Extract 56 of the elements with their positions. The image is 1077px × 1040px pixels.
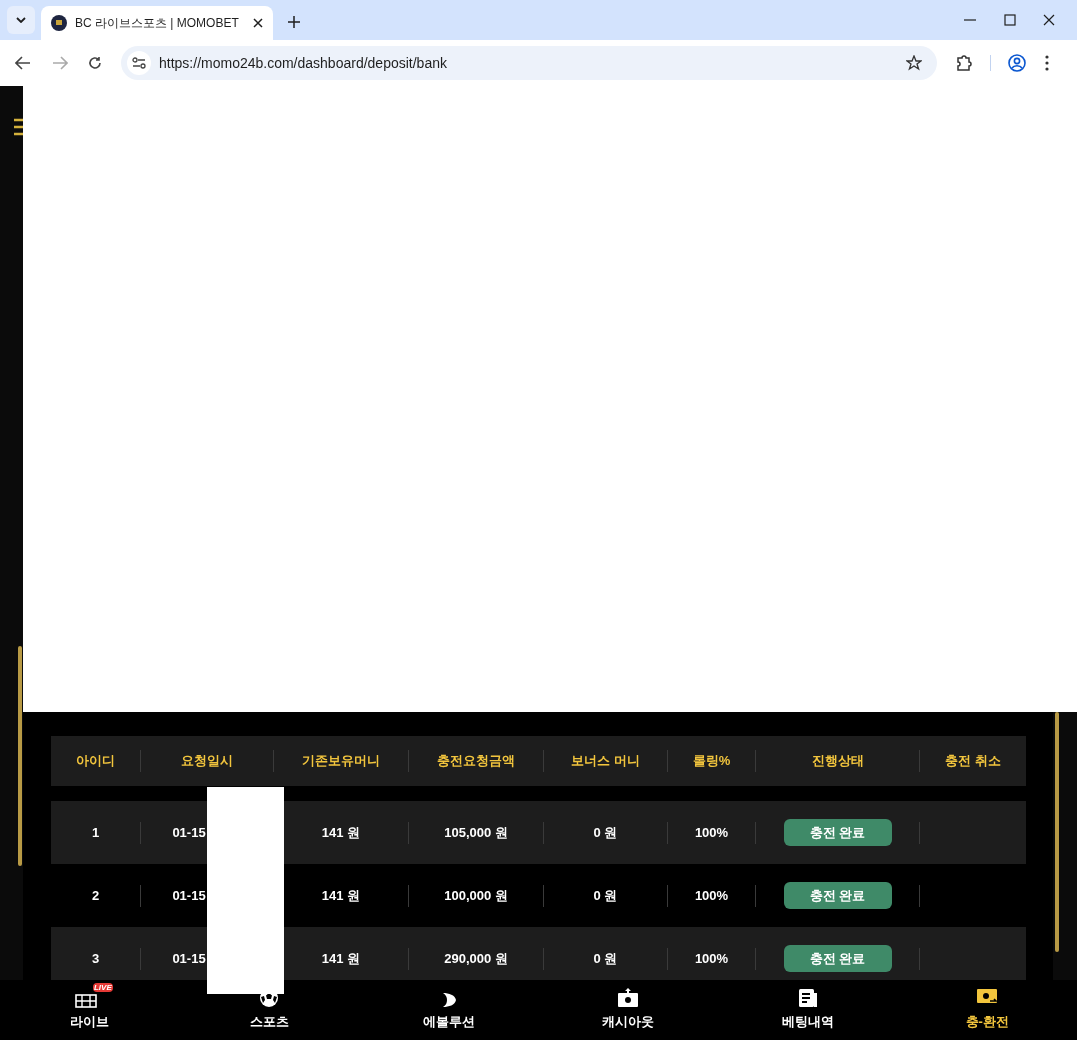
table-cell-text: 3 [91, 949, 100, 968]
tab-list-button[interactable] [7, 6, 35, 34]
table-cell-text: 2 [91, 886, 100, 905]
chevron-down-icon [16, 17, 26, 23]
table-cell-text: 100% [694, 823, 729, 842]
back-icon[interactable] [15, 56, 31, 70]
column-header: 기존보유머니 [302, 752, 380, 771]
close-icon[interactable] [253, 18, 263, 28]
column-header: 보너스 머니 [571, 752, 640, 771]
column-header: 충전 취소 [945, 752, 1001, 771]
column-header: 롤링% [692, 752, 731, 771]
table-cell-text: 100% [694, 949, 729, 968]
nav-tab[interactable]: 캐시아웃 [538, 980, 718, 1040]
tab-title: BC 라이브스포츠 | MOMOBET [75, 15, 240, 32]
live-label: LIVE [92, 983, 113, 993]
nav-tab[interactable]: 충-환전 [897, 980, 1077, 1040]
table-cell-text: 0 원 [593, 823, 618, 842]
site-logo-icon [51, 15, 67, 31]
table-cell-text: 01-15 [172, 949, 207, 968]
nav-tab[interactable]: 에볼루션 [359, 980, 539, 1040]
address-bar[interactable]: https://momo24b.com/dashboard/deposit/bank [121, 46, 937, 80]
table-cell-text: 141 원 [321, 823, 361, 842]
status-badge: 충전 완료 [783, 945, 892, 972]
table-cell-text: 1 [91, 823, 100, 842]
table-cell-text: 290,000 원 [444, 949, 508, 968]
table-cell-text: 0 원 [593, 886, 618, 905]
profile-icon[interactable] [1008, 54, 1026, 72]
url-text: https://momo24b.com/dashboard/deposit/bank [159, 53, 448, 73]
menu-icon[interactable] [1045, 55, 1049, 71]
star-icon[interactable] [906, 55, 922, 71]
reload-icon[interactable] [88, 56, 102, 70]
table-cell-text: 01-15 [172, 886, 207, 905]
table-cell-text: 141 원 [321, 886, 361, 905]
extensions-icon[interactable] [955, 54, 973, 72]
nav-tab[interactable]: 베팅내역 [718, 980, 898, 1040]
table-cell-text: 105,000 원 [444, 823, 508, 842]
new-tab-icon[interactable] [288, 16, 300, 28]
maximize-icon[interactable] [1004, 14, 1016, 26]
browser-tab[interactable]: BC 라이브스포츠 | MOMOBET [41, 6, 273, 40]
close-window-icon[interactable] [1043, 14, 1055, 26]
status-badge: 충전 완료 [783, 882, 892, 909]
nav-tab[interactable]: 스포츠 [179, 980, 359, 1040]
minimize-icon[interactable] [963, 19, 977, 21]
table-cell-text: 100% [694, 886, 729, 905]
column-header: 충전요청금액 [437, 752, 515, 771]
column-header: 진행상태 [811, 752, 864, 771]
table-cell-text: 01-15 [172, 823, 207, 842]
table-cell-text: 141 원 [321, 949, 361, 968]
status-badge: 충전 완료 [783, 819, 892, 846]
site-settings-icon[interactable] [127, 51, 151, 75]
hamburger-icon[interactable] [14, 118, 23, 136]
column-header: 요청일시 [181, 752, 233, 771]
table-cell-text: 0 원 [593, 949, 618, 968]
column-header: 아이디 [76, 752, 115, 771]
nav-tab[interactable]: LIVE 라이브 [0, 980, 180, 1040]
table-cell-text: 100,000 원 [444, 886, 508, 905]
